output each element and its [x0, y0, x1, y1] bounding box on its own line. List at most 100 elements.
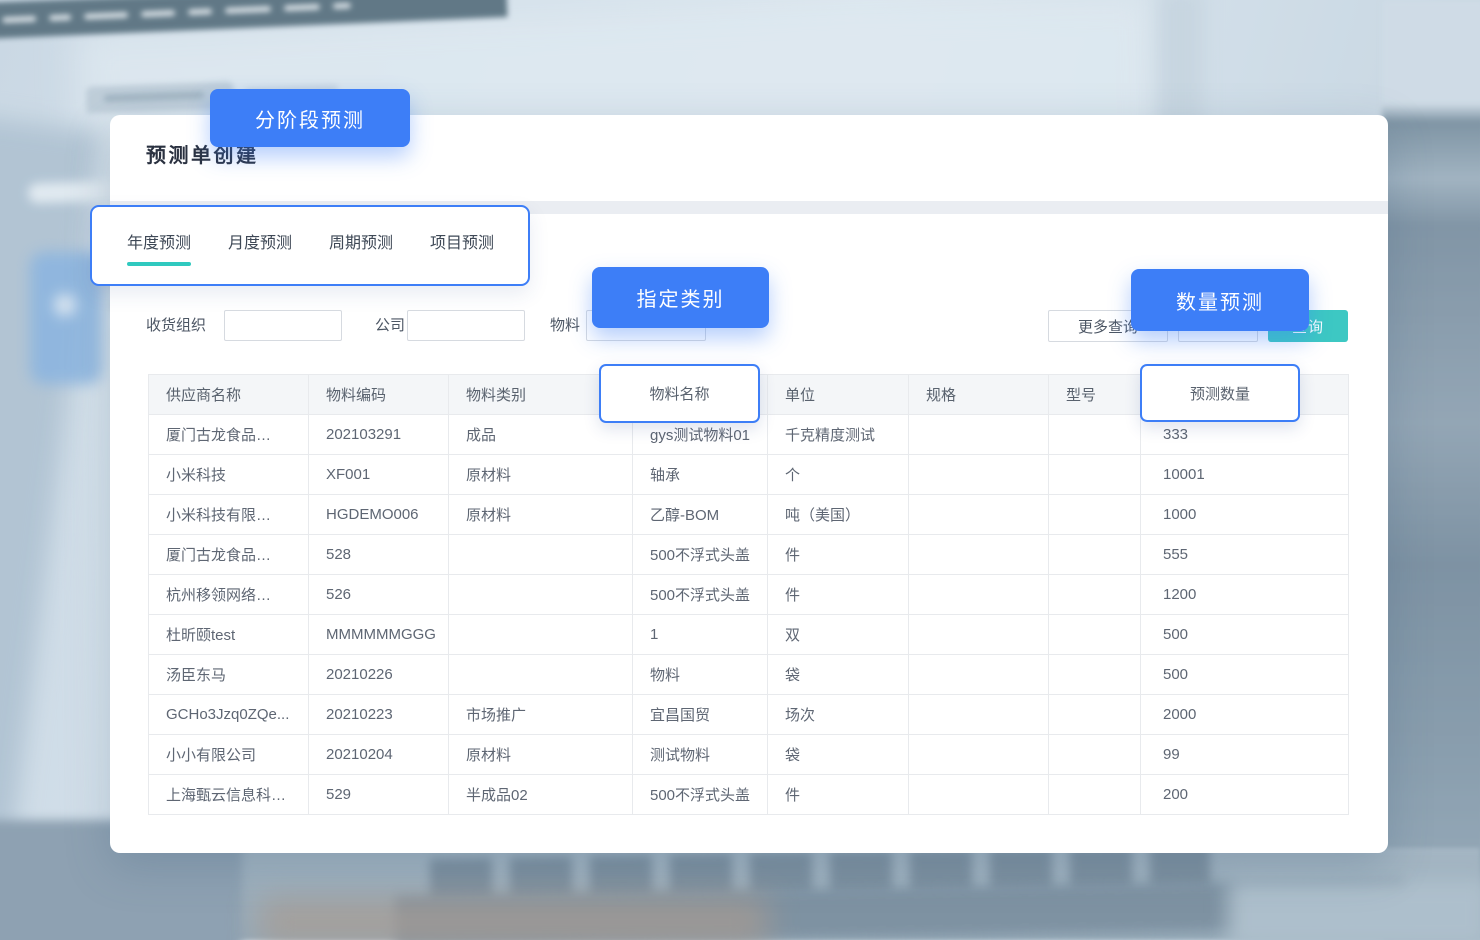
table-cell: 厦门古龙食品…: [149, 535, 309, 575]
table-cell: 物料: [633, 655, 768, 695]
table-cell: 500: [1141, 655, 1349, 695]
table-cell: 20210204: [309, 735, 449, 775]
table-cell: 20210226: [309, 655, 449, 695]
tab-label: 项目预测: [430, 233, 494, 255]
specify-category-callout: 指定类别: [592, 267, 769, 328]
table-row[interactable]: 杭州移领网络…526 500不浮式头盖件 1200: [149, 575, 1349, 615]
table-cell: [909, 415, 1049, 455]
table-cell: 20210223: [309, 695, 449, 735]
table-cell: 原材料: [449, 455, 633, 495]
tabs-highlight-box: 年度预测 月度预测 周期预测 项目预测: [90, 205, 530, 286]
table-cell: 汤臣东马: [149, 655, 309, 695]
column-header: 规格: [909, 375, 1049, 415]
table-row[interactable]: 杜昕颐testMMMMMMGGG1双500: [149, 615, 1349, 655]
table-cell: [1049, 575, 1141, 615]
table-cell: 袋: [768, 735, 909, 775]
column-header: 供应商名称: [149, 375, 309, 415]
table-cell: 小米科技有限…: [149, 495, 309, 535]
table-cell: 原材料: [449, 735, 633, 775]
quantity-forecast-callout: 数量预测: [1131, 269, 1309, 331]
table-cell: 小小有限公司: [149, 735, 309, 775]
table-cell: 202103291: [309, 415, 449, 455]
receiving-org-label: 收货组织: [146, 316, 206, 335]
table-cell: 双: [768, 615, 909, 655]
table-cell: 轴承: [633, 455, 768, 495]
company-input[interactable]: [407, 310, 525, 341]
table-cell: 件: [768, 535, 909, 575]
table-cell: 528: [309, 535, 449, 575]
material-name-highlight-box: 物料名称: [599, 364, 760, 423]
material-name-header-label: 物料名称: [649, 383, 709, 404]
table-cell: [1049, 695, 1141, 735]
table-cell: [909, 535, 1049, 575]
table-cell: 宜昌国贸: [633, 695, 768, 735]
table-row[interactable]: GCHo3Jzq0ZQe...20210223市场推广宜昌国贸场次2000: [149, 695, 1349, 735]
column-header: 单位: [768, 375, 909, 415]
table-cell: 吨（美国）: [768, 495, 909, 535]
table-cell: 杜昕颐test: [149, 615, 309, 655]
table-cell: 半成品02: [449, 775, 633, 815]
table-cell: [449, 535, 633, 575]
table-cell: 乙醇-BOM: [633, 495, 768, 535]
company-label: 公司: [375, 316, 405, 335]
table-cell: 件: [768, 575, 909, 615]
screenshot-stage: 预测单创建 年度预测 月度预测 周期预测 项目预测 收货组织 公司 物料 更多查…: [0, 0, 1480, 940]
table-cell: 200: [1141, 775, 1349, 815]
table-cell: 1200: [1141, 575, 1349, 615]
table-cell: 测试物料: [633, 735, 768, 775]
column-header: 型号: [1049, 375, 1141, 415]
tab-project-forecast[interactable]: 项目预测: [430, 233, 494, 266]
table-cell: [1049, 495, 1141, 535]
table-cell: [449, 615, 633, 655]
table-cell: 1: [633, 615, 768, 655]
tab-period-forecast[interactable]: 周期预测: [329, 233, 393, 266]
tab-label: 月度预测: [228, 233, 292, 255]
table-cell: 原材料: [449, 495, 633, 535]
table-cell: HGDEMO006: [309, 495, 449, 535]
receiving-org-input[interactable]: [224, 310, 342, 341]
table-cell: 10001: [1141, 455, 1349, 495]
table-cell: [1049, 535, 1141, 575]
table-cell: 500不浮式头盖: [633, 575, 768, 615]
table-cell: [909, 655, 1049, 695]
table-cell: 袋: [768, 655, 909, 695]
column-header: 物料编码: [309, 375, 449, 415]
tab-label: 周期预测: [329, 233, 393, 255]
table-cell: 杭州移领网络…: [149, 575, 309, 615]
table-cell: [909, 495, 1049, 535]
table-cell: [909, 615, 1049, 655]
tab-annual-forecast[interactable]: 年度预测: [127, 233, 191, 266]
table-row[interactable]: 小小有限公司20210204原材料测试物料袋99: [149, 735, 1349, 775]
table-cell: 件: [768, 775, 909, 815]
table-cell: [1049, 655, 1141, 695]
table-cell: 1000: [1141, 495, 1349, 535]
table-cell: 555: [1141, 535, 1349, 575]
table-cell: 526: [309, 575, 449, 615]
table-cell: [449, 575, 633, 615]
table-cell: 千克精度测试: [768, 415, 909, 455]
table-cell: 小米科技: [149, 455, 309, 495]
table-cell: [449, 655, 633, 695]
table-cell: [1049, 615, 1141, 655]
table-cell: [1049, 775, 1141, 815]
tab-monthly-forecast[interactable]: 月度预测: [228, 233, 292, 266]
table-row[interactable]: 上海甄云信息科…529半成品02500不浮式头盖件200: [149, 775, 1349, 815]
table-cell: [1049, 735, 1141, 775]
table-cell: 厦门古龙食品…: [149, 415, 309, 455]
phased-forecast-callout: 分阶段预测: [210, 89, 410, 147]
forecast-table: 供应商名称物料编码物料类别物料名称单位规格型号预测数量 厦门古龙食品…20210…: [148, 374, 1348, 815]
table-cell: [909, 775, 1049, 815]
table-cell: [909, 575, 1049, 615]
table-row[interactable]: 小米科技有限…HGDEMO006原材料乙醇-BOM吨（美国） 1000: [149, 495, 1349, 535]
table-cell: 500不浮式头盖: [633, 535, 768, 575]
material-label: 物料: [550, 316, 580, 335]
forecast-qty-highlight-box: 预测数量: [1140, 364, 1300, 422]
table-cell: 500不浮式头盖: [633, 775, 768, 815]
table-row[interactable]: 厦门古龙食品…528 500不浮式头盖件 555: [149, 535, 1349, 575]
table-row[interactable]: 汤臣东马20210226 物料袋 500: [149, 655, 1349, 695]
table-cell: 个: [768, 455, 909, 495]
table-row[interactable]: 小米科技XF001原材料轴承个10001: [149, 455, 1349, 495]
table-cell: 上海甄云信息科…: [149, 775, 309, 815]
table-cell: MMMMMMGGG: [309, 615, 449, 655]
forecast-qty-header-label: 预测数量: [1190, 383, 1250, 404]
